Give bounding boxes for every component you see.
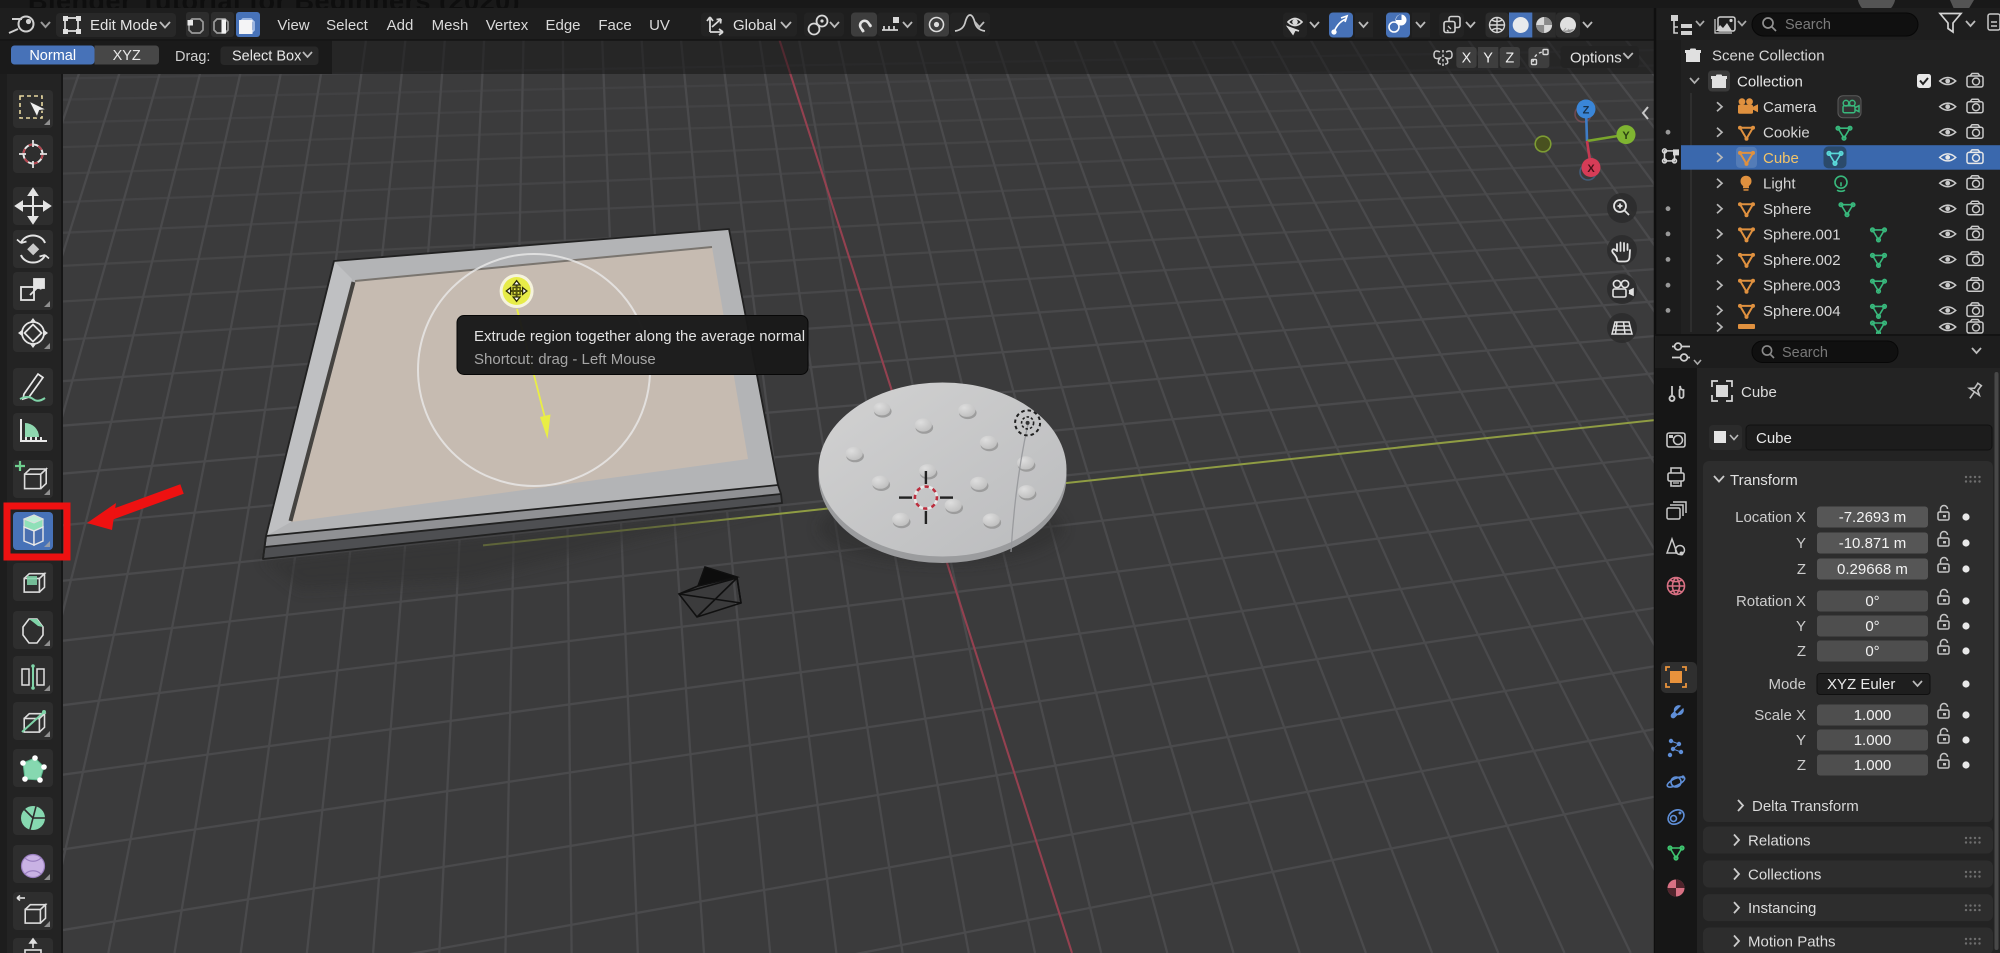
svg-text:Relations: Relations: [1748, 833, 1811, 850]
svg-text:Transform: Transform: [1730, 472, 1798, 489]
svg-text:Edit Mode: Edit Mode: [90, 17, 158, 34]
svg-text:Sphere: Sphere: [1763, 201, 1811, 218]
svg-text:Select Box: Select Box: [232, 49, 302, 65]
svg-text:Delta Transform: Delta Transform: [1752, 798, 1859, 815]
svg-text:Y: Y: [1796, 535, 1806, 552]
svg-text:Sphere.002: Sphere.002: [1763, 252, 1841, 269]
svg-text:Z: Z: [1797, 757, 1806, 774]
svg-text:XYZ Euler: XYZ Euler: [1827, 676, 1895, 693]
svg-text:UV: UV: [649, 17, 670, 34]
svg-text:Scale X: Scale X: [1754, 707, 1806, 724]
svg-text:Add: Add: [387, 17, 414, 34]
svg-text:Y: Y: [1622, 130, 1630, 142]
svg-text:Mesh: Mesh: [432, 17, 469, 34]
svg-text:Y: Y: [1796, 732, 1806, 749]
svg-text:Mode: Mode: [1768, 676, 1806, 693]
svg-text:0°: 0°: [1865, 643, 1879, 660]
svg-text:Cube: Cube: [1741, 384, 1777, 401]
svg-text:Extrude region together along: Extrude region together along the averag…: [474, 328, 805, 345]
svg-text:Cube: Cube: [1756, 430, 1792, 447]
svg-text:1.000: 1.000: [1854, 732, 1892, 749]
svg-text:Z: Z: [1797, 561, 1806, 578]
svg-text:0.29668 m: 0.29668 m: [1837, 561, 1908, 578]
svg-text:Select: Select: [326, 17, 369, 34]
svg-text:Search: Search: [1782, 345, 1828, 361]
svg-text:Y: Y: [1483, 51, 1493, 67]
svg-text:0°: 0°: [1865, 593, 1879, 610]
svg-text:1.000: 1.000: [1854, 707, 1892, 724]
svg-text:Normal: Normal: [29, 48, 76, 64]
svg-text:Collections: Collections: [1748, 867, 1821, 884]
svg-text:Scene Collection: Scene Collection: [1712, 48, 1825, 65]
svg-text:Instancing: Instancing: [1748, 900, 1816, 917]
svg-text:Z: Z: [1505, 51, 1514, 67]
svg-text:Z: Z: [1583, 105, 1590, 117]
svg-text:Sphere.004: Sphere.004: [1763, 303, 1841, 320]
svg-text:X: X: [1462, 51, 1472, 67]
svg-text:Location X: Location X: [1735, 509, 1806, 526]
svg-text:View: View: [277, 17, 309, 34]
svg-text:Sphere.003: Sphere.003: [1763, 278, 1841, 295]
svg-text:Edge: Edge: [545, 17, 580, 34]
svg-text:1.000: 1.000: [1854, 757, 1892, 774]
svg-text:Cookie: Cookie: [1763, 125, 1810, 142]
svg-text:Options: Options: [1570, 50, 1622, 67]
svg-text:Cube: Cube: [1763, 150, 1799, 167]
svg-text:X: X: [1587, 163, 1595, 175]
svg-text:Shortcut: drag - Left Mouse: Shortcut: drag - Left Mouse: [474, 351, 656, 368]
svg-text:-7.2693 m: -7.2693 m: [1839, 509, 1907, 526]
svg-text:Collection: Collection: [1737, 74, 1803, 91]
svg-text:Light: Light: [1763, 176, 1796, 193]
svg-text:Sphere.001: Sphere.001: [1763, 226, 1841, 243]
svg-text:Global: Global: [733, 17, 776, 34]
svg-text:Rotation X: Rotation X: [1736, 593, 1806, 610]
svg-text:Camera: Camera: [1763, 99, 1817, 116]
svg-text:0°: 0°: [1865, 618, 1879, 635]
svg-text:Search: Search: [1785, 17, 1831, 33]
svg-text:Drag:: Drag:: [175, 49, 210, 65]
svg-text:-10.871 m: -10.871 m: [1839, 535, 1907, 552]
svg-text:XYZ: XYZ: [113, 48, 141, 64]
svg-text:Face: Face: [598, 17, 631, 34]
svg-text:Z: Z: [1797, 643, 1806, 660]
svg-text:Motion Paths: Motion Paths: [1748, 934, 1836, 951]
svg-text:Vertex: Vertex: [486, 17, 529, 34]
svg-text:Y: Y: [1796, 618, 1806, 635]
